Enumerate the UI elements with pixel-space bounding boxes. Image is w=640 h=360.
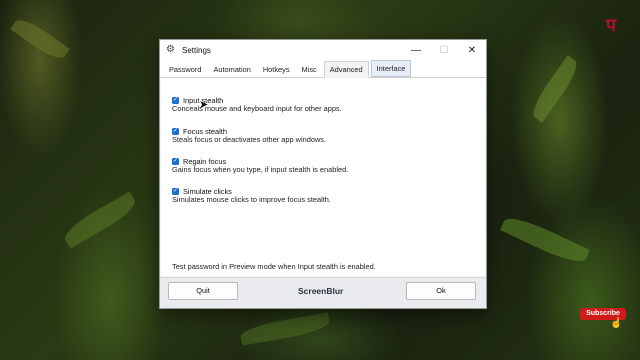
title-bar: ⚙ Settings — ☐ ✕ [160,40,486,60]
app-brand: ScreenBlur [298,286,344,296]
regain-focus-description: Gains focus when you type, if input stea… [172,165,349,174]
hand-cursor-icon: ☝ [610,318,623,329]
background-leaf [239,312,331,346]
tab-advanced[interactable]: Advanced [323,61,369,78]
footer-bar: Quit ScreenBlur Ok [160,277,486,308]
window-title: Settings [182,45,211,55]
tab-automation[interactable]: Automation [208,62,255,77]
stealth-note: Test password in Preview mode when Input… [172,262,376,271]
maximize-button[interactable]: ☐ [430,40,458,60]
tab-interface[interactable]: Interface [370,60,412,77]
channel-logo: प [605,15,617,35]
ok-button[interactable]: Ok [406,282,476,300]
background-leaf [10,14,70,64]
focus-stealth-description: Steals focus or deactivates other app wi… [172,135,327,144]
settings-window: ⚙ Settings — ☐ ✕ Password Automation Hot… [159,39,487,309]
tab-bar: Password Automation Hotkeys Misc Advance… [160,60,486,78]
tab-hotkeys[interactable]: Hotkeys [258,62,295,77]
background-leaf [499,211,591,269]
window-controls: — ☐ ✕ [402,40,486,60]
advanced-panel: ✓ Input stealth Conceals mouse and keyboa… [161,78,485,276]
input-stealth-description: Conceals mouse and keyboard input for ot… [172,104,342,113]
simulate-clicks-description: Simulates mouse clicks to improve focus … [172,195,331,204]
background-leaf [60,191,140,249]
tab-misc[interactable]: Misc [297,62,322,77]
close-button[interactable]: ✕ [458,40,486,60]
minimize-button[interactable]: — [402,40,430,60]
quit-button[interactable]: Quit [168,282,238,300]
mouse-cursor-icon: ➤ [199,99,209,111]
tab-password[interactable]: Password [164,62,206,77]
background-leaf [527,55,583,123]
gear-icon: ⚙ [166,44,175,55]
